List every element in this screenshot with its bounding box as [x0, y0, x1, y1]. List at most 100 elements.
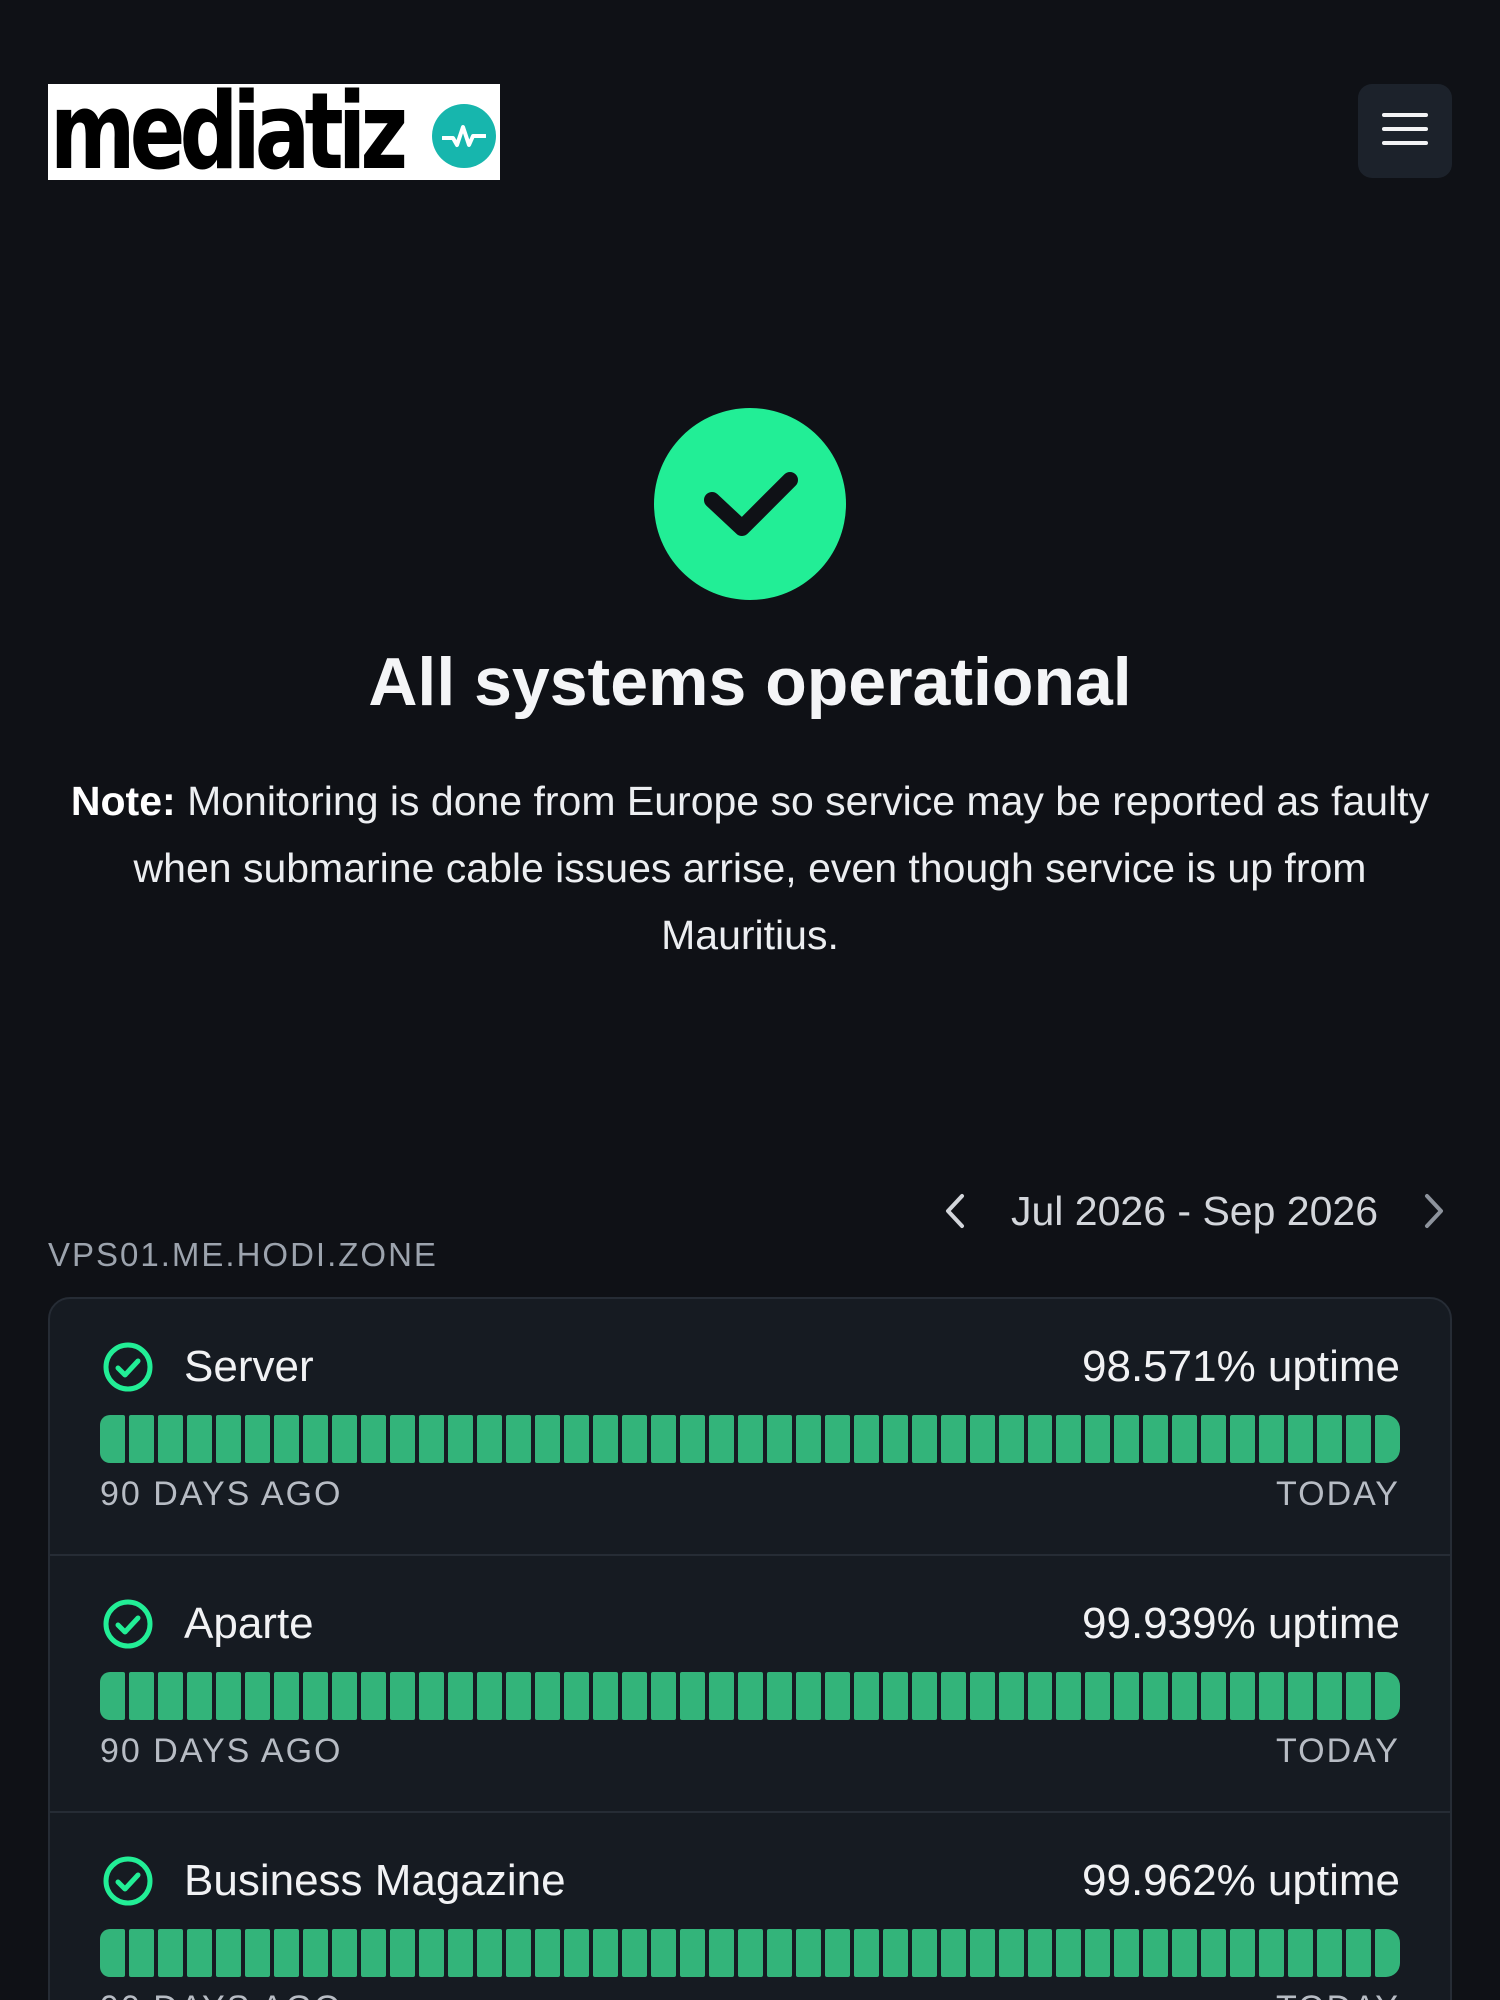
- uptime-bar-segment[interactable]: [157, 1672, 183, 1720]
- uptime-bar-segment[interactable]: [128, 1929, 154, 1977]
- uptime-bar-segment[interactable]: [157, 1929, 183, 1977]
- uptime-bar-segment[interactable]: [302, 1672, 328, 1720]
- uptime-bar-segment[interactable]: [1172, 1929, 1198, 1977]
- uptime-bar-segment[interactable]: [1317, 1415, 1343, 1463]
- uptime-bar-segment[interactable]: [650, 1672, 676, 1720]
- uptime-bar-segment[interactable]: [592, 1672, 618, 1720]
- uptime-bar-segment[interactable]: [331, 1929, 357, 1977]
- monitor-row[interactable]: Server 98.571% uptime 90 DAYS AGO TODAY: [50, 1299, 1450, 1556]
- uptime-bar-segment[interactable]: [128, 1415, 154, 1463]
- uptime-bar-segment[interactable]: [1288, 1415, 1314, 1463]
- uptime-bar-segment[interactable]: [1317, 1929, 1343, 1977]
- uptime-bar-segment[interactable]: [969, 1415, 995, 1463]
- uptime-bar-segment[interactable]: [998, 1415, 1024, 1463]
- uptime-bar-segment[interactable]: [1230, 1415, 1256, 1463]
- uptime-bar-segment[interactable]: [476, 1672, 502, 1720]
- logo[interactable]: mediatiz: [48, 78, 500, 184]
- uptime-bar-segment[interactable]: [1201, 1415, 1227, 1463]
- chevron-left-icon[interactable]: [935, 1191, 975, 1231]
- monitor-row[interactable]: Aparte 99.939% uptime 90 DAYS AGO TODAY: [50, 1556, 1450, 1813]
- uptime-bar-segment[interactable]: [1056, 1672, 1082, 1720]
- uptime-bar-segment[interactable]: [534, 1929, 560, 1977]
- uptime-bar-segment[interactable]: [1259, 1672, 1285, 1720]
- uptime-bar-segment[interactable]: [940, 1415, 966, 1463]
- uptime-bar-segment[interactable]: [737, 1415, 763, 1463]
- uptime-bar-segment[interactable]: [940, 1929, 966, 1977]
- uptime-bar-segment[interactable]: [1317, 1672, 1343, 1720]
- uptime-bar-segment[interactable]: [302, 1929, 328, 1977]
- uptime-bar-segment[interactable]: [679, 1415, 705, 1463]
- uptime-bar-segment[interactable]: [621, 1672, 647, 1720]
- uptime-bar-segment[interactable]: [1172, 1672, 1198, 1720]
- uptime-bar-segment[interactable]: [244, 1672, 270, 1720]
- uptime-bar-segment[interactable]: [1346, 1672, 1372, 1720]
- uptime-bar-segment[interactable]: [1114, 1929, 1140, 1977]
- uptime-bar-segment[interactable]: [1143, 1929, 1169, 1977]
- uptime-bar-segment[interactable]: [100, 1929, 125, 1977]
- uptime-bar-segment[interactable]: [853, 1929, 879, 1977]
- uptime-bar-segment[interactable]: [766, 1672, 792, 1720]
- uptime-bar-segment[interactable]: [1056, 1415, 1082, 1463]
- uptime-bar-segment[interactable]: [331, 1672, 357, 1720]
- uptime-bar-segment[interactable]: [476, 1415, 502, 1463]
- uptime-bar-segment[interactable]: [186, 1929, 212, 1977]
- uptime-bar-segment[interactable]: [911, 1929, 937, 1977]
- menu-button[interactable]: [1358, 84, 1452, 178]
- uptime-bar-segment[interactable]: [389, 1929, 415, 1977]
- uptime-bar-segment[interactable]: [1375, 1415, 1401, 1463]
- uptime-bar-segment[interactable]: [998, 1929, 1024, 1977]
- uptime-bar-segment[interactable]: [824, 1415, 850, 1463]
- uptime-bar-segment[interactable]: [882, 1929, 908, 1977]
- uptime-bar-segment[interactable]: [592, 1929, 618, 1977]
- uptime-bar-segment[interactable]: [1172, 1415, 1198, 1463]
- uptime-bar-segment[interactable]: [1288, 1672, 1314, 1720]
- uptime-bar-segment[interactable]: [244, 1415, 270, 1463]
- uptime-bar-segment[interactable]: [911, 1415, 937, 1463]
- uptime-bar-segment[interactable]: [592, 1415, 618, 1463]
- uptime-bar-segment[interactable]: [418, 1929, 444, 1977]
- uptime-bar-segment[interactable]: [534, 1672, 560, 1720]
- uptime-bar-segment[interactable]: [360, 1929, 386, 1977]
- uptime-bar-segment[interactable]: [447, 1672, 473, 1720]
- uptime-bar-segment[interactable]: [389, 1672, 415, 1720]
- uptime-bar-segment[interactable]: [534, 1415, 560, 1463]
- uptime-bar-segment[interactable]: [1085, 1929, 1111, 1977]
- uptime-bar-segment[interactable]: [360, 1672, 386, 1720]
- uptime-bar-segment[interactable]: [1027, 1415, 1053, 1463]
- uptime-bar-segment[interactable]: [1259, 1929, 1285, 1977]
- uptime-bar-segment[interactable]: [273, 1929, 299, 1977]
- uptime-bar-segment[interactable]: [621, 1929, 647, 1977]
- uptime-bar-segment[interactable]: [563, 1672, 589, 1720]
- uptime-bar-segment[interactable]: [911, 1672, 937, 1720]
- uptime-bar-segment[interactable]: [708, 1672, 734, 1720]
- monitor-row[interactable]: Business Magazine 99.962% uptime 90 DAYS…: [50, 1813, 1450, 2000]
- uptime-bar-segment[interactable]: [563, 1415, 589, 1463]
- uptime-bar-segment[interactable]: [998, 1672, 1024, 1720]
- uptime-bar-segment[interactable]: [940, 1672, 966, 1720]
- uptime-bar-segment[interactable]: [302, 1415, 328, 1463]
- uptime-bar-segment[interactable]: [1143, 1672, 1169, 1720]
- uptime-bar-segment[interactable]: [1114, 1415, 1140, 1463]
- chevron-right-icon[interactable]: [1414, 1191, 1454, 1231]
- uptime-bar-segment[interactable]: [708, 1929, 734, 1977]
- uptime-bar-segment[interactable]: [679, 1672, 705, 1720]
- uptime-bar-segment[interactable]: [273, 1415, 299, 1463]
- uptime-bar-segment[interactable]: [418, 1415, 444, 1463]
- uptime-bar-segment[interactable]: [273, 1672, 299, 1720]
- uptime-bar-segment[interactable]: [1056, 1929, 1082, 1977]
- uptime-bar-segment[interactable]: [100, 1415, 125, 1463]
- uptime-bar-segment[interactable]: [795, 1929, 821, 1977]
- uptime-bar-segment[interactable]: [1085, 1672, 1111, 1720]
- uptime-bar-segment[interactable]: [853, 1415, 879, 1463]
- uptime-bar-segment[interactable]: [969, 1929, 995, 1977]
- uptime-bar-segment[interactable]: [505, 1415, 531, 1463]
- uptime-bar-segment[interactable]: [621, 1415, 647, 1463]
- uptime-bar-segment[interactable]: [1230, 1672, 1256, 1720]
- uptime-bar-segment[interactable]: [215, 1672, 241, 1720]
- uptime-bar-segment[interactable]: [766, 1929, 792, 1977]
- uptime-bar-segment[interactable]: [418, 1672, 444, 1720]
- uptime-bar-segment[interactable]: [505, 1672, 531, 1720]
- uptime-bar-segment[interactable]: [650, 1929, 676, 1977]
- uptime-bar-segment[interactable]: [708, 1415, 734, 1463]
- uptime-bar-segment[interactable]: [882, 1415, 908, 1463]
